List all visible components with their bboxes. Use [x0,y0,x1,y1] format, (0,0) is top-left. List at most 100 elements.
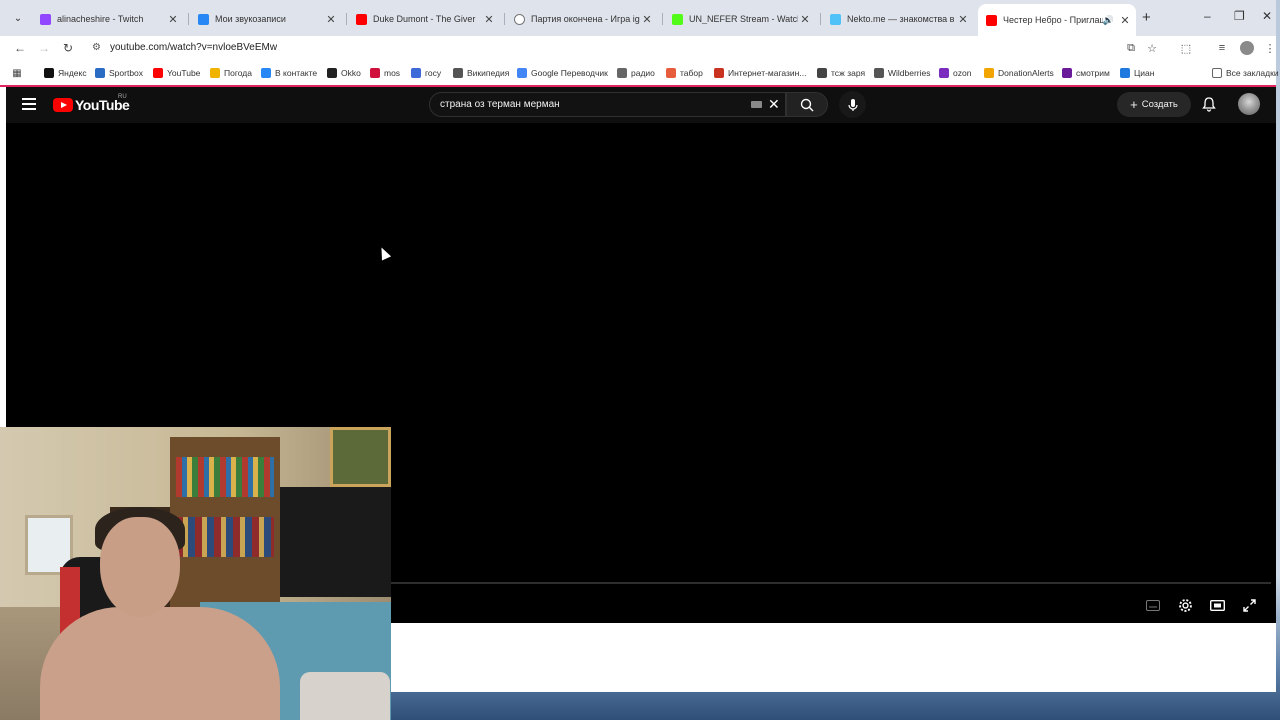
media-control-icon[interactable]: ≡ [1215,41,1229,55]
create-label: Создать [1141,99,1178,110]
restore-icon[interactable]: ❐ [1234,9,1245,23]
bookmark-label: YouTube [167,68,201,78]
new-tab-button[interactable]: + [1142,9,1151,26]
search-query: страна оз терман мерман [440,99,560,110]
tab-duke-dumont[interactable]: Duke Dumont - The Giver ✕ [348,6,500,32]
tab-active-youtube[interactable]: Честер Небро - Приглаше 🔊 ✕ [978,4,1136,36]
microphone-icon [847,98,858,111]
bookmark-item[interactable]: смотрим [1062,66,1110,80]
bookmark-label: госу [425,68,442,78]
browser-toolbar: ← → ↻ ⚙ youtube.com/watch?v=nvloeBVeEMw … [0,36,1276,60]
painting-image [330,427,391,487]
tab-audio[interactable]: Мои звукозаписи ✕ [190,6,342,32]
all-bookmarks-folder[interactable]: Все закладки [1212,66,1279,80]
twitch-icon [40,13,51,25]
close-tab-icon[interactable]: ✕ [1118,14,1132,27]
tab-twitch[interactable]: alinacheshire - Twitch ✕ [32,6,184,32]
bookmark-item[interactable]: YouTube [153,66,200,80]
create-button[interactable]: + Создать [1117,92,1191,117]
weather-icon [210,68,220,78]
close-tab-icon[interactable]: ✕ [324,13,338,26]
profile-avatar-icon[interactable] [1240,41,1254,55]
tab-title: UN_NEFER Stream - Watch Live [689,14,798,24]
theater-mode-icon[interactable] [1208,597,1226,613]
youtube-icon [356,13,367,25]
notifications-bell-icon[interactable] [1201,96,1217,112]
minimize-icon[interactable]: – [1204,9,1211,23]
video-progress-bar[interactable] [391,582,1271,584]
address-bar[interactable]: ⚙ youtube.com/watch?v=nvloeBVeEMw [86,37,1176,59]
wikipedia-icon [453,68,463,78]
close-tab-icon[interactable]: ✕ [956,13,970,26]
close-tab-icon[interactable]: ✕ [482,13,496,26]
bookmark-star-icon[interactable]: ☆ [1145,41,1159,55]
close-tab-icon[interactable]: ✕ [640,13,654,26]
back-icon[interactable]: ← [12,40,28,56]
bookmark-label: Sportbox [109,68,144,78]
tsj-icon [817,68,827,78]
youtube-icon [986,14,997,26]
bookmark-item[interactable]: Циан [1120,66,1154,80]
search-button[interactable] [786,92,828,117]
bookmark-item[interactable]: ozon [939,66,971,80]
install-app-icon[interactable]: ⧉ [1124,41,1138,55]
translate-icon [517,68,527,78]
okko-icon [327,68,337,78]
settings-gear-icon[interactable] [1176,597,1194,613]
tab-nekto[interactable]: Nekto.me — знакомства в чате ✕ [822,6,974,32]
bookmark-label: Яндекс [58,68,87,78]
apps-grid-icon[interactable]: ▦ [12,66,26,80]
gosuslugi-icon [411,68,421,78]
close-window-icon[interactable]: ✕ [1262,9,1272,23]
bookmark-item[interactable]: Sportbox [95,66,143,80]
bookmark-item[interactable]: Яндекс [44,66,87,80]
account-avatar[interactable] [1238,93,1260,115]
close-tab-icon[interactable]: ✕ [166,13,180,26]
speaker-icon[interactable]: 🔊 [1103,15,1114,26]
bookmark-item[interactable]: Wildberries [874,66,931,80]
chess-icon [514,13,525,25]
keyboard-icon[interactable] [751,101,762,108]
voice-search-button[interactable] [839,91,866,118]
tab-chess[interactable]: Партия окончена - Игра iguar ✕ [506,6,658,32]
tab-title: Партия окончена - Игра iguar [531,14,640,24]
reload-icon[interactable]: ↻ [60,40,76,56]
bookmark-item[interactable]: В контакте [261,66,317,80]
extensions-icon[interactable]: ⬚ [1179,41,1193,55]
hamburger-menu-icon[interactable] [22,98,36,110]
tab-kick[interactable]: UN_NEFER Stream - Watch Live ✕ [664,6,816,32]
bookmark-item[interactable]: Okko [327,66,361,80]
menu-kebab-icon[interactable]: ⋮ [1263,41,1277,55]
search-input[interactable]: страна оз терман мерман ✕ [429,92,786,117]
person-image [100,517,180,617]
bookmark-label: Google Переводчик [531,68,608,78]
subtitles-icon[interactable] [1144,597,1162,613]
smotrim-icon [1062,68,1072,78]
bookmark-item[interactable]: тсж заря [817,66,865,80]
region-code: RU [118,94,127,100]
bookmark-label: Википедия [467,68,510,78]
site-info-icon[interactable]: ⚙ [92,42,104,54]
youtube-play-logo-icon [53,98,73,112]
bookmark-item[interactable]: Погода [210,66,252,80]
bookmark-item[interactable]: Википедия [453,66,509,80]
bookmark-label: табор [680,68,703,78]
bookmark-item[interactable]: радио [617,66,655,80]
bookmark-label: Погода [224,68,252,78]
tab-search-icon[interactable]: ⌄ [8,8,28,28]
youtube-logo[interactable]: YouTube RU [53,94,130,113]
bookmark-item[interactable]: Интернет-магазин... [714,66,806,80]
bookmark-item[interactable]: табор [666,66,703,80]
tab-title: Nekto.me — знакомства в чате [847,14,956,24]
bookmark-item[interactable]: DonationAlerts [984,66,1054,80]
bookmark-item[interactable]: Google Переводчик [517,66,608,80]
fullscreen-exit-icon[interactable] [1240,597,1258,613]
bookmark-item[interactable]: mos [370,66,400,80]
bookmark-label: радио [631,68,655,78]
bookmark-item[interactable]: госу [411,66,441,80]
forward-icon[interactable]: → [36,40,52,56]
clear-search-icon[interactable]: ✕ [768,96,780,113]
url-text: youtube.com/watch?v=nvloeBVeEMw [110,42,278,53]
close-tab-icon[interactable]: ✕ [798,13,812,26]
bookmarks-bar: ▦ Яндекс Sportbox YouTube Погода В контакте O… [0,62,1279,84]
